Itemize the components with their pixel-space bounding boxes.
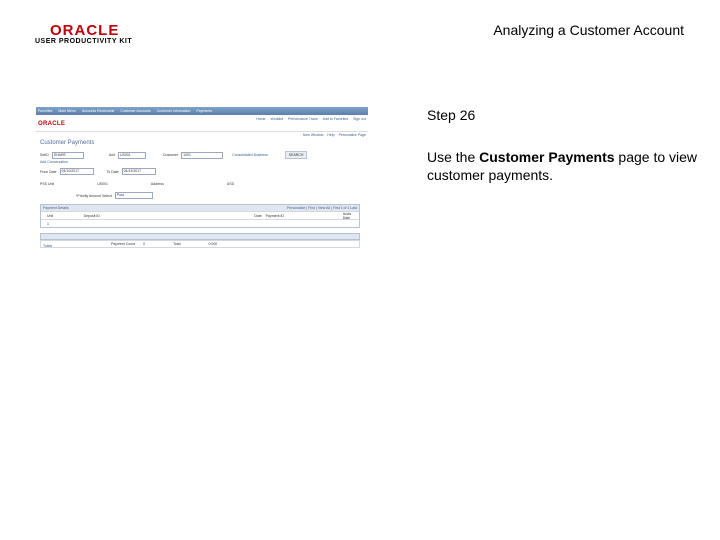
- step-instruction: Use the Customer Payments page to view c…: [427, 148, 707, 184]
- new-window-link[interactable]: New Window: [303, 133, 323, 137]
- upk-logo-subtitle: USER PRODUCTIVITY KIT: [35, 38, 133, 45]
- to-date-field[interactable]: 04/13/2017: [121, 168, 156, 175]
- grid-header-row: Unit Deposit ID Date Payment ID Accts Da…: [41, 211, 359, 220]
- consolidated-business-link[interactable]: Consolidated Business: [232, 153, 268, 157]
- row-number: 1: [47, 221, 49, 226]
- oracle-logo: ORACLE: [50, 22, 120, 39]
- priority-amount-select[interactable]: Post: [114, 192, 153, 199]
- app-header: ORACLE Home Worklist Performance Trace A…: [36, 115, 368, 132]
- pss-unit-label: PSS Unit: [40, 182, 55, 186]
- unit-field[interactable]: US001: [118, 151, 146, 159]
- from-date-field[interactable]: 04/10/2017: [59, 168, 94, 175]
- from-date-label: From Date: [40, 169, 57, 174]
- total-label: Total: [173, 242, 181, 246]
- payment-details-grid: Payment Details Personalize | Find | Vie…: [40, 204, 360, 228]
- personalize-page-link[interactable]: Personalize Page: [339, 133, 366, 137]
- performance-trace-link[interactable]: Performance Trace: [288, 117, 318, 121]
- grid-title: Payment Details: [43, 206, 69, 210]
- col-payment-id: Payment ID: [265, 213, 284, 218]
- setid-label: SetID: [40, 153, 49, 157]
- col-deposit-id: Deposit ID: [83, 213, 100, 218]
- nav-item-payments[interactable]: Payments: [196, 109, 212, 113]
- unit-label: Unit: [108, 153, 115, 157]
- sign-out-link[interactable]: Sign out: [353, 117, 366, 121]
- help-link[interactable]: Help: [327, 133, 334, 137]
- nav-item-favorites[interactable]: Favorites: [38, 109, 52, 113]
- priority-amount-label: *Priority Amount Select: [76, 193, 112, 198]
- step-text-before: Use the: [427, 149, 480, 165]
- totals-header: Totals: [40, 233, 360, 248]
- address-label: Address: [150, 182, 164, 186]
- app-oracle-logo: ORACLE: [38, 121, 66, 127]
- col-unit: Unit: [47, 213, 54, 218]
- totals-row: Payment Count 0 Total 0.000: [40, 240, 360, 248]
- pss-unit-value: US001: [97, 182, 108, 186]
- add-to-favorites-link[interactable]: Add to Favorites: [323, 117, 348, 121]
- col-accts-date: Accts Date: [342, 211, 352, 220]
- step-number: Step 26: [427, 107, 476, 123]
- total-value: 0.000: [208, 242, 218, 246]
- document-title: Analyzing a Customer Account: [493, 22, 684, 38]
- col-date: Date: [254, 213, 262, 218]
- page-title: Customer Payments: [40, 140, 95, 146]
- step-text-bold: Customer Payments: [479, 149, 615, 165]
- customer-label: Customer: [163, 153, 179, 157]
- worklist-link[interactable]: Worklist: [271, 117, 283, 121]
- to-date-label: To Date: [106, 169, 119, 174]
- table-row[interactable]: 1: [41, 219, 359, 227]
- payment-count-value: 0: [143, 242, 146, 246]
- grid-navigation[interactable]: Personalize | Find | View All | First 1 …: [287, 206, 357, 210]
- nav-item-customer-accounts[interactable]: Customer Accounts: [120, 109, 150, 113]
- nav-item-ar[interactable]: Accounts Receivable: [82, 109, 115, 113]
- breadcrumb-nav: Favorites Main Menu Accounts Receivable …: [36, 107, 368, 115]
- setid-field[interactable]: SHARE: [51, 151, 84, 159]
- nav-item-customer-information[interactable]: Customer Information: [157, 109, 191, 113]
- currency-value: USD: [226, 182, 235, 186]
- search-button[interactable]: SEARCH: [284, 151, 308, 159]
- customer-field[interactable]: 1001: [181, 151, 224, 159]
- nav-item-main-menu[interactable]: Main Menu: [58, 109, 75, 113]
- application-screenshot: Favorites Main Menu Accounts Receivable …: [36, 107, 368, 257]
- payment-count-label: Payment Count: [111, 242, 136, 246]
- home-link[interactable]: Home: [256, 117, 265, 121]
- add-conversation-link[interactable]: Add Conversation: [40, 160, 68, 164]
